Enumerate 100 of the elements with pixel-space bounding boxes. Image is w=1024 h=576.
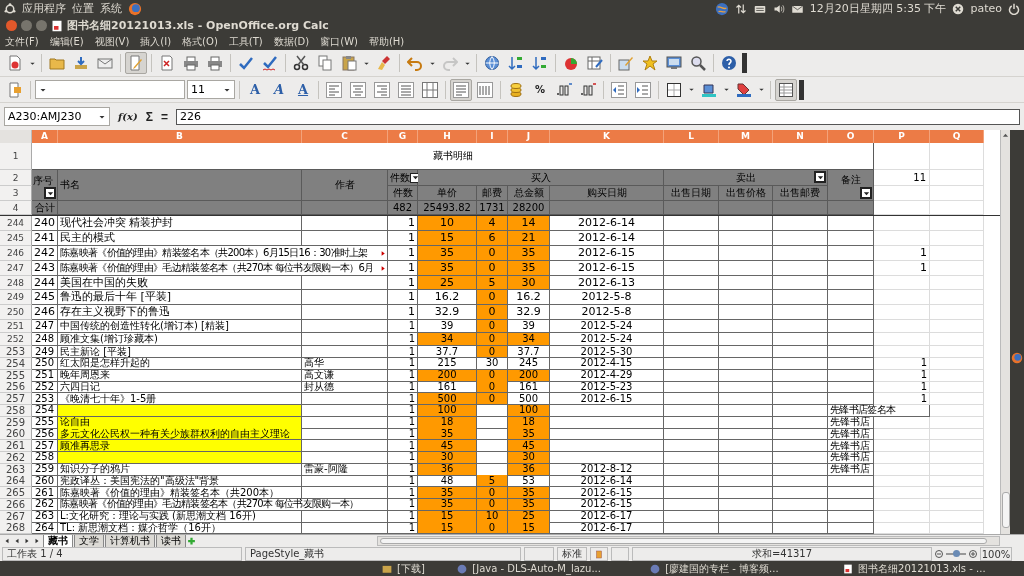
panel-menu[interactable]: 系统 — [100, 1, 122, 16]
table-cell: 美国在中国的失败 — [58, 275, 302, 291]
table-cell: 5 — [477, 475, 508, 488]
row-header[interactable]: 257 — [0, 393, 32, 406]
toolbar-button[interactable]: A — [292, 78, 314, 101]
formula-input-field[interactable]: 226 — [175, 108, 1020, 125]
menu-item[interactable]: 窗口(W) — [320, 35, 358, 49]
menu-item[interactable]: 格式(O) — [182, 35, 218, 49]
row-header[interactable]: 251 — [0, 320, 32, 334]
table-cell: 252 — [32, 381, 58, 394]
table-cell: 35 — [418, 487, 477, 500]
table-cell: 262 — [32, 498, 58, 511]
taskbar-item[interactable]: [下载] — [397, 561, 425, 576]
row-header[interactable]: 249 — [0, 290, 32, 306]
table-cell: 先锋书店 — [828, 416, 874, 429]
toolbar-button[interactable]: % — [529, 78, 551, 101]
table-cell: 249 — [32, 346, 58, 359]
toolbar-button[interactable]: A — [244, 78, 266, 101]
table-cell: 2012-6-14 — [550, 475, 664, 488]
status-field[interactable]: 标准 — [557, 547, 587, 561]
sheet-title: 藏书明细 — [32, 143, 874, 170]
table-cell: 知识分子的鸦片 — [58, 463, 302, 476]
table-cell: 雷蒙-阿隆 — [302, 463, 388, 476]
table-cell: 2012-5-23 — [550, 381, 664, 394]
row-header[interactable]: 4 — [0, 201, 32, 215]
row-header[interactable]: 264 — [0, 475, 32, 488]
table-cell: 六四日记 — [58, 381, 302, 394]
menu-item[interactable]: 文件(F) — [5, 35, 39, 49]
table-cell: 34 — [418, 333, 477, 347]
row-header[interactable]: 2 — [0, 170, 32, 186]
table-cell: 1 — [874, 357, 930, 370]
taskbar-item[interactable]: 图书名细20121013.xls - ... — [858, 561, 986, 576]
table-cell: 248 — [32, 333, 58, 347]
table-cell: 500 — [418, 393, 477, 406]
table-cell: 0 — [477, 346, 508, 359]
row-header[interactable]: 1 — [0, 143, 32, 170]
sum-button[interactable]: Σ — [145, 109, 153, 124]
row-header[interactable]: 261 — [0, 440, 32, 453]
table-cell: 10 — [418, 216, 477, 231]
table-cell: 0 — [477, 487, 508, 500]
row-header[interactable]: 256 — [0, 381, 32, 394]
table-cell: 2012-6-15 — [550, 393, 664, 406]
menu-item[interactable]: 编辑(E) — [49, 35, 84, 49]
row-header[interactable]: 253 — [0, 346, 32, 359]
name-box[interactable]: A230:AMJ230 — [4, 107, 110, 126]
row-header[interactable]: 244 — [0, 216, 32, 231]
table-cell: 260 — [32, 475, 58, 488]
row-header[interactable]: 265 — [0, 487, 32, 500]
user-name[interactable]: pateo — [970, 2, 1002, 15]
header-cell: 出售邮费 — [773, 186, 828, 201]
table-cell: 封从德 — [302, 381, 388, 394]
sheet-tab[interactable]: 读书 — [156, 534, 186, 548]
menu-item[interactable]: 视图(V) — [94, 35, 130, 49]
row-header[interactable]: 268 — [0, 522, 32, 534]
toolbar-button[interactable]: A — [268, 78, 290, 101]
row-header[interactable]: 252 — [0, 333, 32, 347]
table-cell: 先锋书店 — [828, 463, 874, 476]
row-header[interactable]: 250 — [0, 305, 32, 321]
status-field[interactable]: 100% — [980, 547, 1012, 561]
table-cell: 4 — [477, 216, 508, 231]
table-cell: 34 — [508, 333, 550, 347]
table-cell: 16.2 — [508, 290, 550, 306]
header-cell: 1731 — [477, 201, 508, 215]
table-cell: 1 — [388, 290, 418, 306]
row-header[interactable]: 3 — [0, 186, 32, 201]
table-cell: 0 — [477, 320, 508, 334]
table-cell: 2012-5-30 — [550, 346, 664, 359]
menu-item[interactable]: 数据(D) — [273, 35, 310, 49]
taskbar-item[interactable]: [Java - DLS-Auto-M_lazu... — [472, 563, 601, 574]
table-cell: 261 — [32, 487, 58, 500]
row-header[interactable]: 260 — [0, 428, 32, 441]
table-cell: 243 — [32, 260, 58, 276]
table-cell: 1 — [388, 475, 418, 488]
sheet-tab[interactable]: 计算机书 — [105, 534, 155, 548]
table-cell: 鲁迅的最后十年 [平装] — [58, 290, 302, 306]
menu-item[interactable]: 工具(T) — [228, 35, 263, 49]
table-cell: 0 — [477, 393, 508, 406]
clock[interactable]: 12月20日星期四 5:35 下午 — [809, 1, 947, 16]
taskbar-item[interactable]: [廖建国的专栏 - 博客频... — [665, 561, 779, 576]
table-cell: 陈嘉映著《价值的理由》毛边精装签名本（共270本 每位书友限购一本） — [58, 498, 388, 511]
menu-item[interactable]: 帮助(H) — [368, 35, 405, 49]
table-cell: 1 — [388, 346, 418, 359]
table-cell: 251 — [32, 369, 58, 382]
header-cell: 购买日期 — [550, 186, 664, 201]
table-cell: 2012-6-15 — [550, 498, 664, 511]
panel-menu[interactable]: 应用程序 — [22, 1, 66, 16]
sheet-tab[interactable]: 文学 — [74, 534, 104, 548]
function-wizard-button[interactable]: f(x) — [118, 111, 138, 122]
status-field: 求和=41317 — [632, 547, 932, 561]
menu-item[interactable]: 插入(I) — [140, 35, 172, 49]
panel-menu[interactable]: 位置 — [72, 1, 94, 16]
table-cell: 陈嘉映著《价值的理由》精装签名本（共200本）6月15日16：30准时上架 — [58, 245, 388, 261]
header-cell: 482 — [388, 201, 418, 215]
table-cell: 陈嘉映著《价值的理由》精装签名本（共200本） — [58, 487, 302, 500]
status-field: 工作表 1 / 4 — [2, 547, 242, 561]
formula-button[interactable]: = — [160, 109, 168, 124]
sheet-tab[interactable]: 藏书 — [43, 534, 73, 548]
table-cell: 红太阳是怎样升起的 — [58, 357, 302, 370]
font-size-field[interactable]: 11 — [187, 80, 235, 99]
table-cell: 1 — [874, 260, 930, 276]
